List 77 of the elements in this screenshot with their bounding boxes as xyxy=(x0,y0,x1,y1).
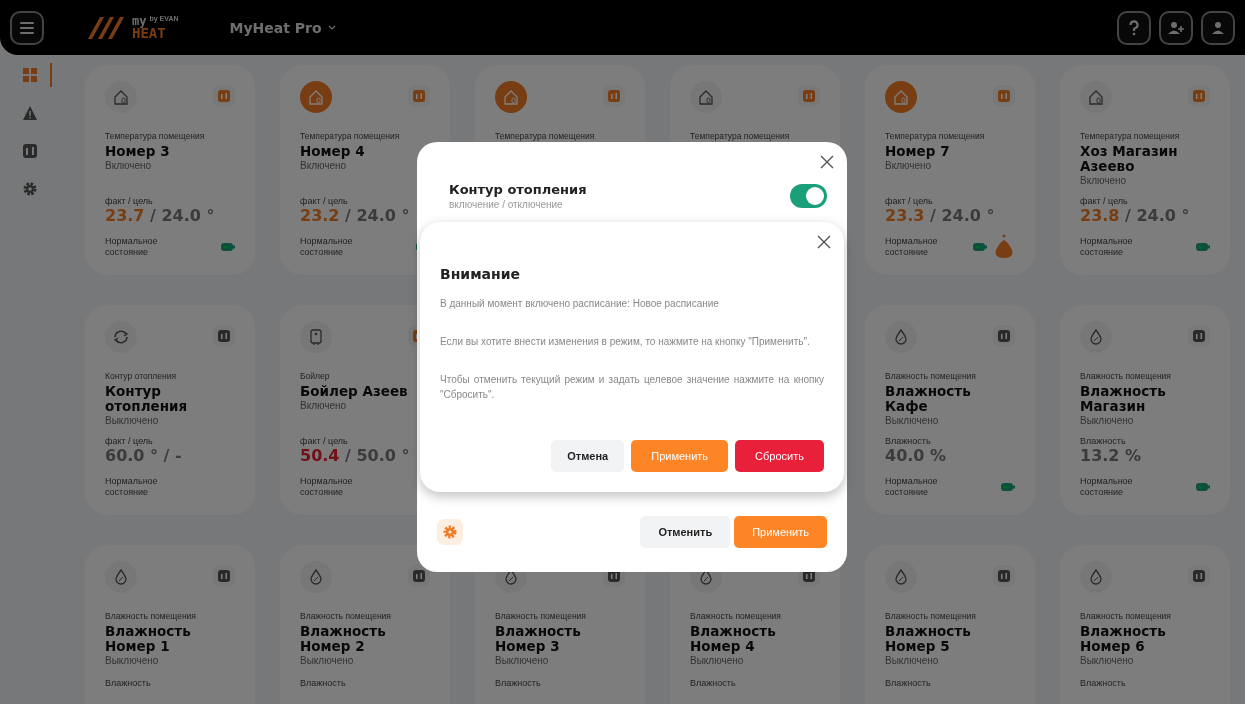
dialog-subtitle: включение / отключение xyxy=(449,199,564,210)
device-name: Номер 3 xyxy=(105,144,171,159)
state-text: Нормальное состояние xyxy=(105,476,159,498)
device-status: Выключено xyxy=(690,654,745,666)
state-text: Нормальное состояние xyxy=(1080,236,1134,258)
value-label: Влажность xyxy=(885,436,932,446)
device-value: 40.0 % xyxy=(885,446,948,465)
device-status: Выключено xyxy=(1080,654,1135,666)
device-status: Выключено xyxy=(495,654,550,666)
state-text: Нормальное состояние xyxy=(300,236,354,258)
value-label: Влажность xyxy=(885,677,932,688)
device-value: 23.3 / 24.0 ° xyxy=(885,206,996,225)
device-type: Влажность помещения xyxy=(1080,611,1172,621)
device-value: 23.2 / 24.0 ° xyxy=(300,206,411,225)
value-label: факт / цель xyxy=(885,196,934,206)
device-status: Включено xyxy=(300,159,348,171)
device-type: Влажность помещения xyxy=(690,611,782,621)
device-type: Влажность помещения xyxy=(1080,371,1172,381)
value-label: Влажность xyxy=(495,677,542,688)
device-name: Влажность Магазин xyxy=(1080,384,1167,414)
device-status: Включено xyxy=(885,159,933,171)
state-text: Нормальное состояние xyxy=(105,236,159,258)
device-status: Выключено xyxy=(1080,414,1135,426)
device-type: Контур отопления xyxy=(105,371,177,381)
value-label: факт / цель xyxy=(1080,196,1129,206)
device-name: Влажность Номер 6 xyxy=(1080,624,1167,654)
device-type: Влажность помещения xyxy=(885,371,977,381)
state-text: Нормальное состояние xyxy=(300,476,354,498)
value-label: Влажность xyxy=(1080,436,1127,446)
device-name: Влажность Номер 2 xyxy=(300,624,387,654)
value-label: факт / цель xyxy=(300,436,349,446)
device-type: Температура помещения xyxy=(690,131,791,141)
logo-text: my xyxy=(132,15,147,27)
device-type: Влажность помещения xyxy=(885,611,977,621)
device-name: Номер 4 xyxy=(300,144,366,159)
device-name: Влажность Номер 5 xyxy=(885,624,972,654)
device-status: Выключено xyxy=(105,654,160,666)
device-name: Номер 7 xyxy=(885,144,951,159)
device-status: Включено xyxy=(1080,174,1128,186)
device-value: 13.2 % xyxy=(1080,446,1143,465)
device-status: Включено xyxy=(105,159,153,171)
device-name: Контур отопления xyxy=(105,384,189,414)
state-text: Нормальное состояние xyxy=(885,476,939,498)
device-type: Температура помещения xyxy=(105,131,206,141)
value-label: Влажность xyxy=(105,677,152,688)
device-type: Влажность помещения xyxy=(105,611,197,621)
device-value: 23.7 / 24.0 ° xyxy=(105,206,216,225)
device-type: Температура помещения xyxy=(495,131,596,141)
device-status: Включено xyxy=(300,399,348,411)
device-status: Выключено xyxy=(300,654,355,666)
state-text: Нормальное состояние xyxy=(885,236,939,258)
device-type: Влажность помещения xyxy=(300,611,392,621)
device-status: Выключено xyxy=(885,654,940,666)
value-label: факт / цель xyxy=(105,436,154,446)
value-label: Влажность xyxy=(1080,677,1127,688)
device-type: Бойлер xyxy=(300,371,331,381)
device-name: Влажность Номер 3 xyxy=(495,624,582,654)
device-type: Влажность помещения xyxy=(495,611,587,621)
device-type: Температура помещения xyxy=(885,131,986,141)
state-text: Нормальное состояние xyxy=(1080,476,1134,498)
value-label: факт / цель xyxy=(105,196,154,206)
device-name: Бойлер Азеев xyxy=(300,384,409,399)
device-value: 23.8 / 24.0 ° xyxy=(1080,206,1191,225)
value-label: Влажность xyxy=(690,677,737,688)
value-label: Влажность xyxy=(300,677,347,688)
device-name: Влажность Номер 4 xyxy=(690,624,777,654)
device-name: Хоз Магазин Азеево xyxy=(1080,144,1179,174)
device-value: 50.4 / 50.0 ° xyxy=(300,446,411,465)
device-value: 60.0 ° / - xyxy=(105,446,183,465)
device-name: Влажность Номер 1 xyxy=(105,624,192,654)
dialog-title: Контур отопления xyxy=(449,182,587,197)
value-label: факт / цель xyxy=(300,196,349,206)
device-type: Температура помещения xyxy=(300,131,401,141)
device-name: Влажность Кафе xyxy=(885,384,972,414)
device-status: Выключено xyxy=(105,414,160,426)
device-status: Выключено xyxy=(885,414,940,426)
device-type: Температура помещения xyxy=(1080,131,1181,141)
